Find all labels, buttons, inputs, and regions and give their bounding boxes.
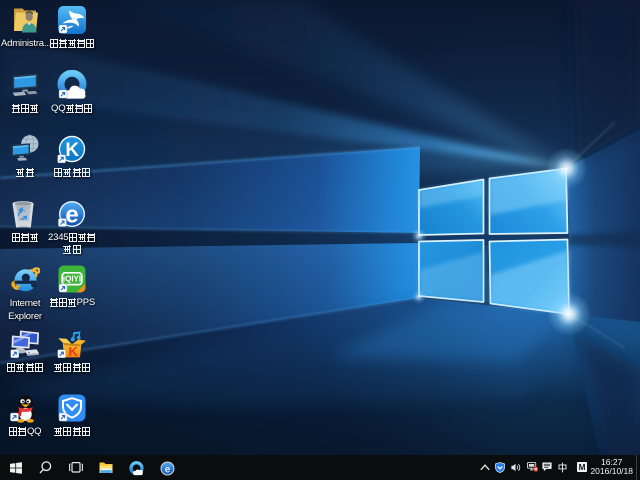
svg-text:e: e xyxy=(165,464,171,475)
svg-text:e: e xyxy=(65,202,78,229)
svg-text:K: K xyxy=(65,140,79,161)
svg-text:M: M xyxy=(579,463,586,472)
svg-text:K: K xyxy=(69,344,79,359)
svg-text:iQIYI: iQIYI xyxy=(63,275,81,284)
